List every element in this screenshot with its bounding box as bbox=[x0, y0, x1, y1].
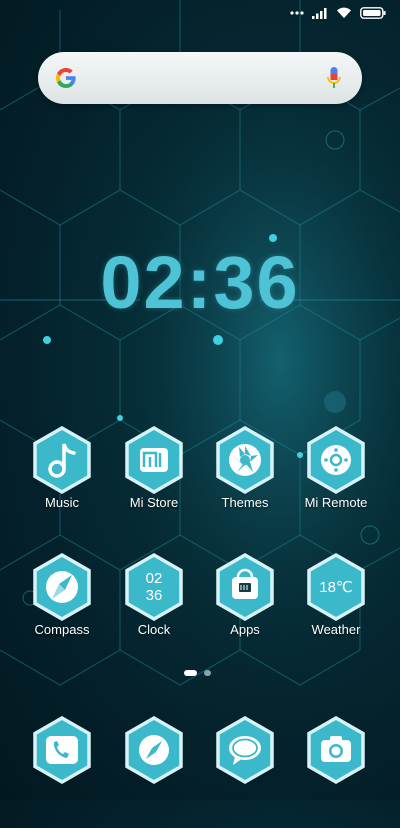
app-label: Compass bbox=[34, 622, 90, 637]
dock-camera[interactable] bbox=[288, 716, 384, 828]
browser-compass-icon bbox=[125, 716, 183, 784]
app-label: Mi Remote bbox=[304, 495, 368, 510]
wifi-icon bbox=[337, 7, 351, 19]
app-label: Mi Store bbox=[129, 495, 179, 510]
app-weather[interactable]: 18℃ Weather bbox=[288, 553, 384, 665]
app-themes[interactable]: Themes bbox=[197, 426, 293, 538]
dock-phone[interactable] bbox=[14, 716, 110, 828]
app-compass[interactable]: Compass bbox=[14, 553, 110, 665]
remote-icon bbox=[307, 426, 365, 494]
battery-icon bbox=[360, 7, 386, 19]
signal-icon bbox=[312, 8, 327, 19]
app-label: Weather bbox=[311, 622, 361, 637]
page-dot[interactable] bbox=[204, 670, 211, 676]
app-label: Themes bbox=[221, 495, 269, 510]
app-label: Music bbox=[45, 495, 79, 510]
status-bar bbox=[0, 0, 400, 30]
apps-bag-icon bbox=[216, 553, 274, 621]
dock-browser[interactable] bbox=[106, 716, 202, 828]
app-mi-remote[interactable]: Mi Remote bbox=[288, 426, 384, 538]
dock-messages[interactable] bbox=[197, 716, 293, 828]
compass-icon bbox=[33, 553, 91, 621]
mi-store-icon bbox=[125, 426, 183, 494]
clock-icon-minute: 36 bbox=[145, 587, 163, 604]
mic-icon[interactable] bbox=[326, 66, 342, 90]
google-logo bbox=[56, 68, 76, 88]
camera-icon bbox=[307, 716, 365, 784]
wallpaper bbox=[0, 0, 400, 800]
app-label: Clock bbox=[137, 622, 171, 637]
app-clock[interactable]: 02 36 Clock bbox=[106, 553, 202, 665]
page-dot-active[interactable] bbox=[184, 670, 197, 676]
app-music[interactable]: Music bbox=[14, 426, 110, 538]
page-indicator bbox=[0, 670, 400, 678]
phone-icon bbox=[33, 716, 91, 784]
messages-icon bbox=[216, 716, 274, 784]
music-note-icon bbox=[33, 426, 91, 494]
app-mi-store[interactable]: Mi Store bbox=[106, 426, 202, 538]
clock-icon-hour: 02 bbox=[145, 570, 163, 587]
clock-widget[interactable]: 02:36 bbox=[0, 240, 400, 325]
app-label: Apps bbox=[230, 622, 260, 637]
app-apps[interactable]: Apps bbox=[197, 553, 293, 665]
weather-temp: 18℃ bbox=[319, 579, 353, 596]
google-search-bar[interactable] bbox=[38, 52, 362, 104]
dots-icon bbox=[290, 11, 304, 15]
aperture-icon bbox=[216, 426, 274, 494]
